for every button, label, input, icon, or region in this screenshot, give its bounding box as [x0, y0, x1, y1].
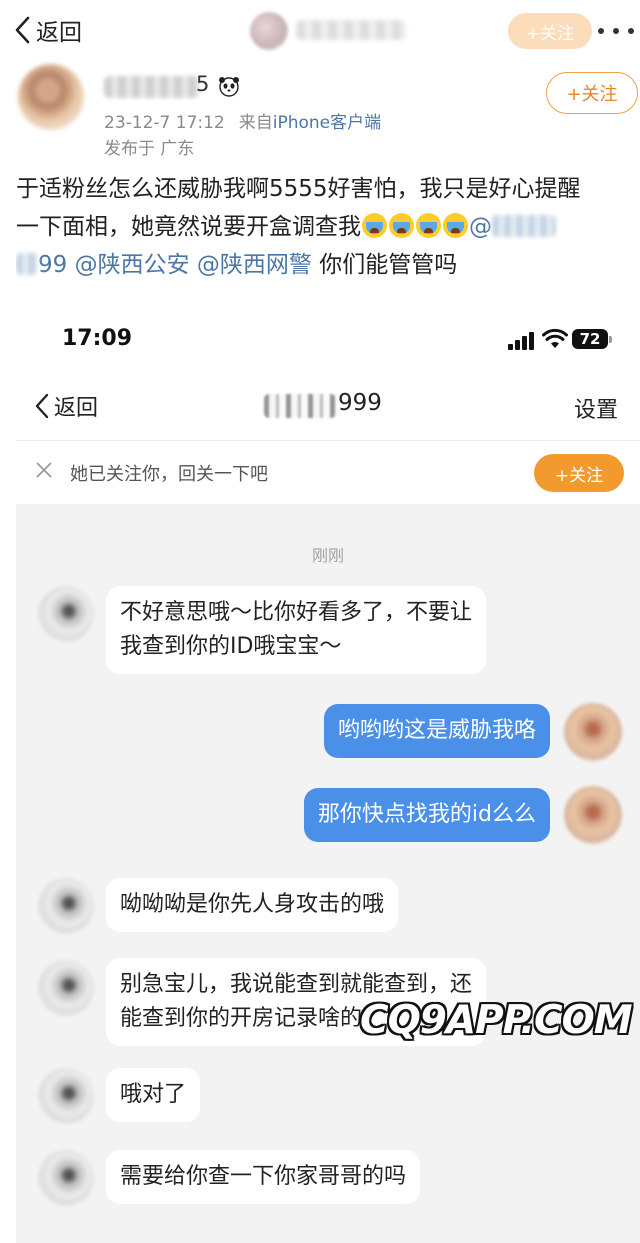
nav-username-blurred — [296, 20, 406, 40]
post-text-line-3: 99 @陕西公安 @陕西网警 你们能管管吗 — [16, 246, 636, 284]
avatar[interactable] — [564, 703, 622, 761]
post-text-segment: 你们能管管吗 — [319, 252, 458, 278]
follow-button[interactable]: +关注 — [546, 72, 638, 114]
cellular-signal-icon — [508, 332, 534, 350]
crying-emoji-icon — [443, 213, 468, 238]
notice-follow-button[interactable]: +关注 — [534, 454, 624, 492]
mention-shaanxi-police[interactable]: @陕西公安 — [75, 252, 190, 278]
mention-blurred[interactable] — [492, 215, 556, 237]
chat-header: 17:09 72 返回 999 设置 她已关注你，回关一下吧 +关注 — [16, 298, 640, 504]
message-bubble-incoming[interactable]: 需要给你查一下你家哥哥的吗 — [106, 1150, 421, 1204]
avatar[interactable] — [564, 786, 622, 844]
back-label: 返回 — [36, 20, 82, 46]
mention-shaanxi-cyber-police[interactable]: @陕西网警 — [197, 252, 312, 278]
avatar[interactable] — [38, 1150, 94, 1206]
crying-emoji-icon — [362, 213, 387, 238]
chat-title-blurred — [264, 394, 336, 418]
avatar[interactable] — [38, 1068, 94, 1124]
crying-emoji-icon — [389, 213, 414, 238]
mention-suffix[interactable]: 99 — [38, 252, 67, 278]
battery-level: 72 — [572, 329, 608, 349]
battery-icon: 72 — [572, 327, 614, 351]
post-text-line-2: 一下面相，她竟然说要开盒调查我 @ — [16, 208, 636, 246]
author-avatar[interactable] — [18, 64, 84, 130]
crying-emoji-icon — [416, 213, 441, 238]
message-text: 那你快点找我的id么么 — [317, 802, 536, 827]
avatar[interactable] — [38, 878, 94, 934]
wifi-icon — [542, 328, 568, 348]
follow-back-notice: 她已关注你，回关一下吧 — [70, 464, 268, 485]
more-options-icon[interactable] — [598, 16, 634, 46]
chat-settings-button[interactable]: 设置 — [574, 392, 618, 424]
message-bubble-outgoing[interactable]: 那你快点找我的id么么 — [303, 788, 550, 842]
message-text: 需要给你查一下你家哥哥的吗 — [120, 1164, 407, 1189]
post-timestamp: 23-12-7 17:12 — [104, 113, 225, 133]
source-client[interactable]: iPhone客户端 — [273, 113, 381, 133]
message-bubble-incoming[interactable]: 哦对了 — [106, 1068, 201, 1122]
message-bubble-incoming[interactable]: 呦呦呦是你先人身攻击的哦 — [106, 878, 399, 932]
message-bubble-incoming[interactable]: 不好意思哦～比你好看多了，不要让 我查到你的ID哦宝宝～ — [106, 586, 487, 674]
chat-title: 999 — [338, 390, 382, 416]
message-text: 我查到你的ID哦宝宝～ — [120, 634, 342, 659]
mention-blurred[interactable] — [16, 253, 38, 275]
close-icon[interactable] — [34, 460, 54, 480]
message-text: 不好意思哦～比你好看多了，不要让 — [120, 600, 473, 625]
mention-blurred-start[interactable]: @ — [469, 214, 492, 240]
message-time-divider: 刚刚 — [311, 546, 344, 565]
embedded-chat-screenshot: 17:09 72 返回 999 设置 她已关注你，回关一下吧 +关注 刚刚 不好… — [16, 298, 640, 1243]
message-text: 呦呦呦是你先人身攻击的哦 — [120, 892, 385, 917]
chevron-left-icon — [35, 393, 49, 419]
post-text-segment: 一下面相，她竟然说要开盒调查我 — [16, 214, 361, 240]
source-prefix: 来自 — [238, 113, 273, 133]
avatar[interactable] — [38, 586, 94, 642]
chat-back-label: 返回 — [54, 396, 99, 421]
message-text: 哦对了 — [120, 1082, 187, 1107]
chevron-left-icon — [15, 16, 30, 44]
chat-back-button[interactable]: 返回 — [32, 388, 98, 424]
post-text-line-1: 于适粉丝怎么还威胁我啊5555好害怕，我只是好心提醒 — [16, 176, 581, 202]
top-nav-bar: 返回 +关注 — [0, 0, 640, 62]
avatar[interactable] — [38, 960, 94, 1016]
message-bubble-outgoing[interactable]: 哟哟哟这是威胁我咯 — [323, 704, 550, 758]
status-time: 17:09 — [62, 326, 133, 351]
message-text: 哟哟哟这是威胁我咯 — [337, 718, 536, 743]
divider — [16, 440, 640, 441]
post-meta: 23-12-7 17:12 来自iPhone客户端 — [104, 108, 381, 133]
message-text: 别急宝儿，我说能查到就能查到，还 — [120, 972, 473, 997]
author-name-visible[interactable]: 5 — [196, 72, 209, 96]
post-body: 于适粉丝怎么还威胁我啊5555好害怕，我只是好心提醒 一下面相，她竟然说要开盒调… — [16, 170, 636, 284]
watermark-text: CQ9APP.COM — [360, 998, 633, 1043]
post-location: 发布于 广东 — [104, 139, 195, 159]
panda-icon — [219, 77, 239, 97]
author-name-blurred[interactable] — [104, 76, 200, 98]
nav-avatar[interactable] — [250, 12, 288, 50]
back-button[interactable]: 返回 — [12, 12, 82, 48]
nav-follow-button[interactable]: +关注 — [508, 13, 592, 49]
